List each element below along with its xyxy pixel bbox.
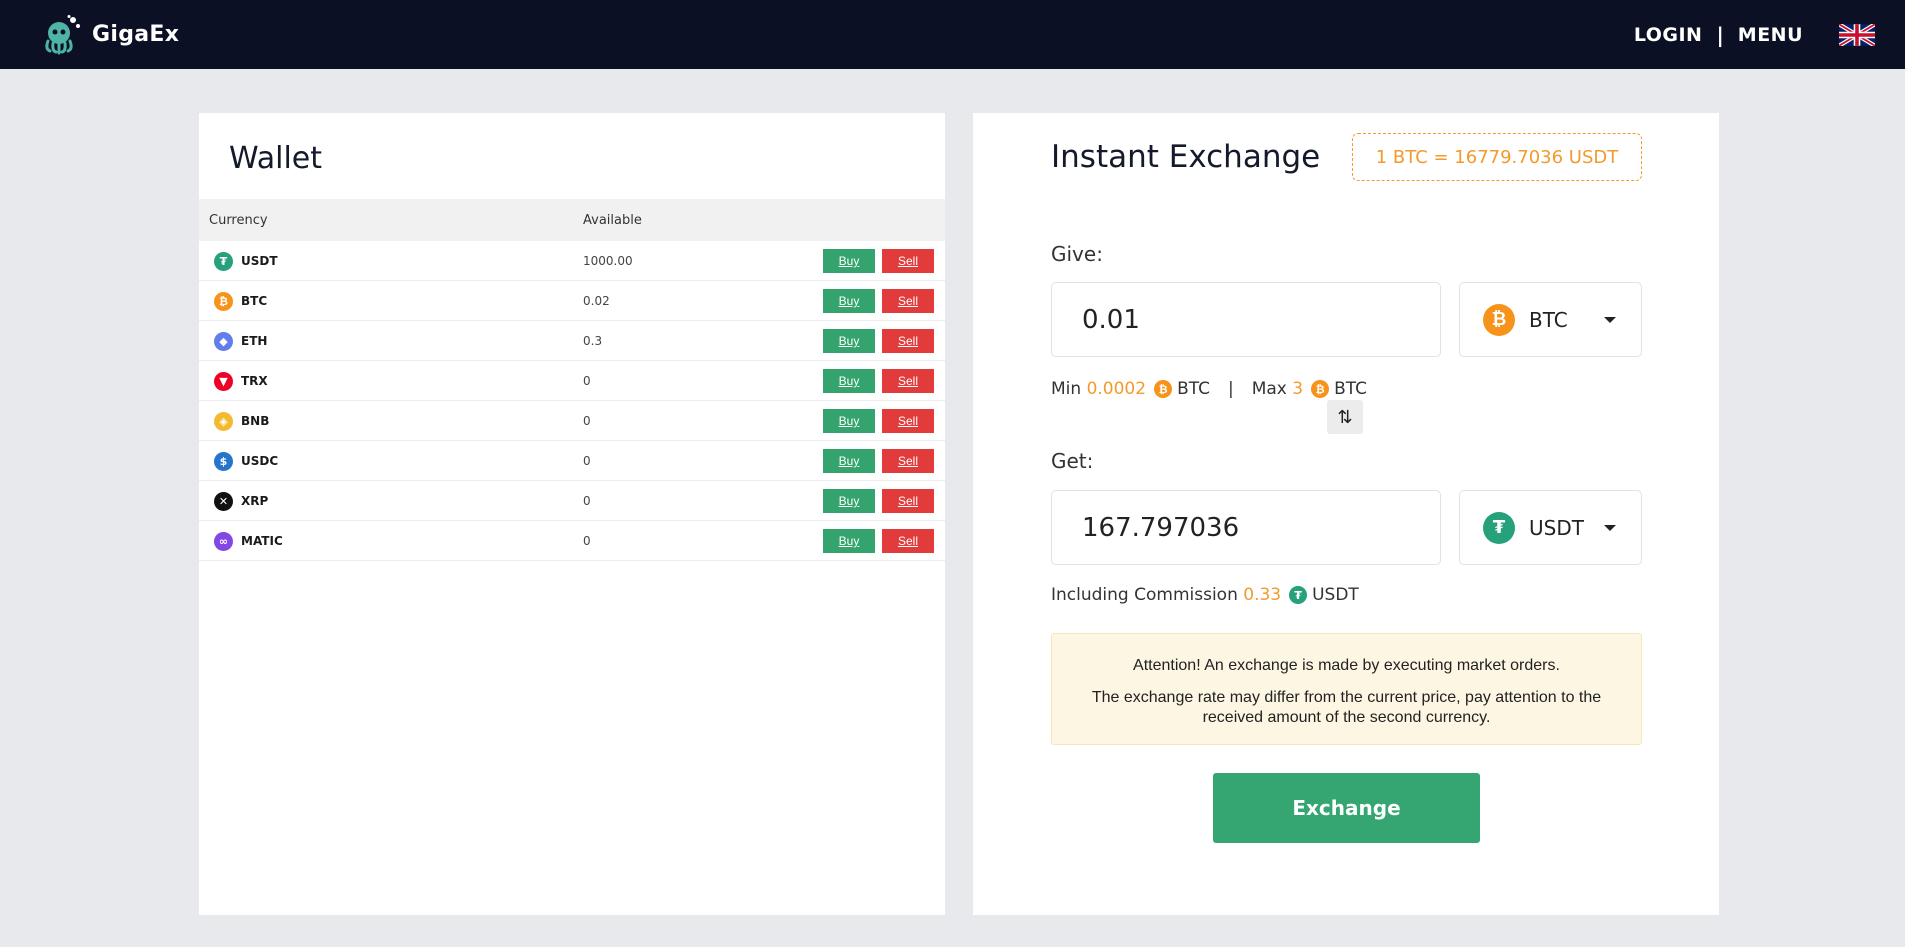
wallet-row-btc: ₿ BTC 0.02 Buy Sell — [199, 281, 945, 321]
wallet-row-usdc: $ USDC 0 Buy Sell — [199, 441, 945, 481]
available-amount: 0 — [583, 534, 591, 548]
give-amount-input[interactable]: 0.01 — [1051, 282, 1441, 357]
currency-symbol: ETH — [241, 334, 268, 348]
attention-line-2: The exchange rate may differ from the cu… — [1091, 689, 1602, 726]
sell-btc-button[interactable]: Sell — [882, 289, 934, 313]
exchange-button[interactable]: Exchange — [1213, 773, 1480, 843]
wallet-row-bnb: ◈ BNB 0 Buy Sell — [199, 401, 945, 441]
max-value: 3 — [1292, 379, 1304, 399]
column-header-currency: Currency — [209, 213, 268, 228]
swap-arrows-icon: ⇅ — [1337, 406, 1353, 428]
nav-separator: | — [1716, 22, 1724, 47]
bnb-icon: ◈ — [214, 412, 233, 431]
wallet-row-matic: ∞ MATIC 0 Buy Sell — [199, 521, 945, 561]
commission-value: 0.33 — [1243, 585, 1282, 605]
available-amount: 1000.00 — [583, 254, 633, 268]
attention-notice: Attention! An exchange is made by execut… — [1051, 633, 1642, 745]
available-amount: 0 — [583, 414, 591, 428]
give-currency-select[interactable]: ₿ BTC — [1459, 282, 1642, 357]
wallet-row-eth: ◆ ETH 0.3 Buy Sell — [199, 321, 945, 361]
wallet-row-xrp: ✕ XRP 0 Buy Sell — [199, 481, 945, 521]
currency-symbol: USDT — [241, 254, 278, 268]
instant-exchange-panel: Instant Exchange 1 BTC = 16779.7036 USDT… — [973, 113, 1719, 915]
available-amount: 0 — [583, 494, 591, 508]
buy-matic-button[interactable]: Buy — [823, 529, 875, 553]
sell-usdc-button[interactable]: Sell — [882, 449, 934, 473]
usdc-icon: $ — [214, 452, 233, 471]
currency-symbol: XRP — [241, 494, 269, 508]
uk-flag-icon[interactable] — [1839, 23, 1875, 46]
currency-symbol: TRX — [241, 374, 268, 388]
sell-trx-button[interactable]: Sell — [882, 369, 934, 393]
ethereum-icon: ◆ — [214, 332, 233, 351]
wallet-table-header: Currency Available — [199, 199, 945, 241]
bitcoin-icon: ₿ — [1311, 380, 1330, 398]
limits-separator: | — [1227, 379, 1234, 399]
commission-info: Including Commission 0.33 ₮ USDT — [1051, 585, 1359, 605]
tether-icon: ₮ — [1289, 586, 1308, 604]
buy-trx-button[interactable]: Buy — [823, 369, 875, 393]
attention-line-1: Attention! An exchange is made by execut… — [1133, 657, 1560, 674]
brand-name: GigaEx — [92, 22, 180, 47]
swap-direction-button[interactable]: ⇅ — [1327, 400, 1363, 434]
min-value: 0.0002 — [1086, 379, 1147, 399]
exchange-rate-badge: 1 BTC = 16779.7036 USDT — [1352, 133, 1642, 181]
tether-icon: ₮ — [214, 252, 233, 271]
commission-currency: USDT — [1312, 585, 1359, 605]
sell-usdt-button[interactable]: Sell — [882, 249, 934, 273]
give-currency-label: BTC — [1529, 307, 1568, 332]
available-amount: 0 — [583, 454, 591, 468]
wallet-row-usdt: ₮ USDT 1000.00 Buy Sell — [199, 241, 945, 281]
buy-usdc-button[interactable]: Buy — [823, 449, 875, 473]
currency-symbol: BTC — [241, 294, 268, 308]
commission-label: Including Commission — [1051, 585, 1238, 605]
get-amount-input[interactable]: 167.797036 — [1051, 490, 1441, 565]
buy-bnb-button[interactable]: Buy — [823, 409, 875, 433]
buy-btc-button[interactable]: Buy — [823, 289, 875, 313]
buy-eth-button[interactable]: Buy — [823, 329, 875, 353]
get-currency-label: USDT — [1529, 515, 1584, 540]
currency-symbol: BNB — [241, 414, 270, 428]
wallet-panel: Wallet Currency Available ₮ USDT 1000.00 Bu… — [199, 113, 945, 915]
bitcoin-icon: ₿ — [1154, 380, 1173, 398]
header-nav: LOGIN | MENU — [1634, 23, 1875, 47]
login-link[interactable]: LOGIN — [1634, 24, 1703, 46]
min-label: Min — [1051, 379, 1082, 399]
sell-eth-button[interactable]: Sell — [882, 329, 934, 353]
max-label: Max — [1251, 379, 1287, 399]
give-limits: Min 0.0002 ₿ BTC | Max 3 ₿ BTC — [1051, 379, 1367, 399]
sell-xrp-button[interactable]: Sell — [882, 489, 934, 513]
bitcoin-icon: ₿ — [1483, 303, 1515, 336]
give-label: Give: — [1051, 242, 1103, 266]
get-currency-select[interactable]: ₮ USDT — [1459, 490, 1642, 565]
tether-icon: ₮ — [1483, 511, 1515, 544]
buy-usdt-button[interactable]: Buy — [823, 249, 875, 273]
column-header-available: Available — [583, 213, 642, 228]
tron-icon: ▼ — [214, 372, 233, 391]
max-currency: BTC — [1334, 379, 1368, 399]
available-amount: 0.3 — [583, 334, 603, 348]
brand[interactable]: GigaEx — [40, 14, 179, 56]
menu-link[interactable]: MENU — [1738, 24, 1803, 46]
chevron-down-icon — [1604, 317, 1616, 323]
available-amount: 0 — [583, 374, 591, 388]
sell-bnb-button[interactable]: Sell — [882, 409, 934, 433]
currency-symbol: MATIC — [241, 534, 283, 548]
chevron-down-icon — [1604, 525, 1616, 531]
wallet-title: Wallet — [229, 141, 323, 176]
octopus-logo-icon — [45, 14, 80, 54]
currency-symbol: USDC — [241, 454, 279, 468]
get-label: Get: — [1051, 449, 1094, 473]
exchange-title: Instant Exchange — [1051, 139, 1321, 175]
buy-xrp-button[interactable]: Buy — [823, 489, 875, 513]
polygon-icon: ∞ — [214, 532, 233, 551]
wallet-rows: ₮ USDT 1000.00 Buy Sell ₿ BTC 0.02 Buy Sell ◆ ETH 0.… — [199, 241, 945, 561]
sell-matic-button[interactable]: Sell — [882, 529, 934, 553]
bitcoin-icon: ₿ — [214, 292, 233, 311]
xrp-icon: ✕ — [214, 492, 233, 511]
wallet-row-trx: ▼ TRX 0 Buy Sell — [199, 361, 945, 401]
top-navbar: GigaEx LOGIN | MENU — [0, 0, 1905, 69]
available-amount: 0.02 — [583, 294, 610, 308]
min-currency: BTC — [1177, 379, 1210, 399]
